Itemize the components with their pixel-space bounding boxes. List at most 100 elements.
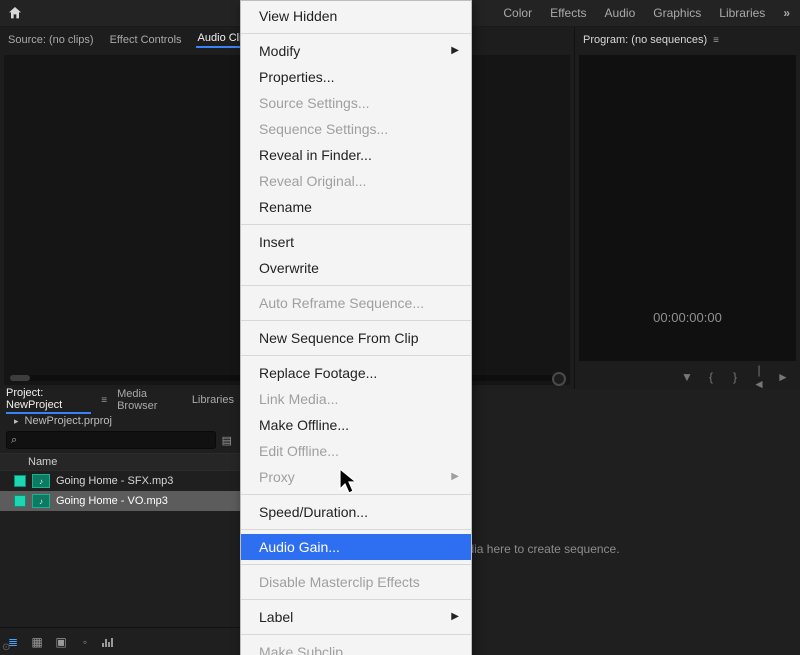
menu-item-label: Label	[259, 609, 293, 625]
tab-source[interactable]: Source: (no clips)	[6, 34, 96, 46]
waveform-icon	[102, 638, 116, 647]
menu-separator	[241, 355, 471, 356]
asset-row[interactable]: ♪ Going Home - VO.mp3	[0, 491, 240, 511]
project-footer: ≣ ▦ ▣ ◦	[0, 627, 240, 655]
menu-item-sequence-settings: Sequence Settings...	[241, 116, 471, 142]
project-file-label: NewProject.prproj	[25, 415, 112, 427]
menu-item-label: Overwrite	[259, 260, 319, 276]
panel-menu-icon[interactable]: ≡	[713, 35, 719, 46]
status-corner-icon: ⊙	[2, 642, 10, 653]
menu-item-link-media: Link Media...	[241, 386, 471, 412]
workspace-tab-libraries[interactable]: Libraries	[719, 6, 765, 20]
menu-item-speed-duration[interactable]: Speed/Duration...	[241, 499, 471, 525]
submenu-arrow-icon: ▶	[451, 608, 459, 626]
tab-project[interactable]: Project: NewProject	[6, 387, 91, 414]
tab-effect-controls[interactable]: Effect Controls	[108, 34, 184, 46]
menu-item-label: Auto Reframe Sequence...	[259, 295, 424, 311]
menu-item-label: Edit Offline...	[259, 443, 339, 459]
workspace-more-icon[interactable]: »	[783, 6, 790, 20]
menu-item-label: Modify	[259, 43, 300, 59]
scrollbar-thumb[interactable]	[10, 375, 30, 381]
menu-item-rename[interactable]: Rename	[241, 194, 471, 220]
asset-visibility-toggle[interactable]	[14, 495, 26, 507]
menu-item-label: Proxy	[259, 469, 295, 485]
panel-menu-icon[interactable]: ≡	[101, 395, 107, 406]
workspace-tab-effects[interactable]: Effects	[550, 6, 586, 20]
submenu-arrow-icon: ▶	[451, 42, 459, 60]
menu-item-disable-masterclip-effects: Disable Masterclip Effects	[241, 569, 471, 595]
menu-item-label: Link Media...	[259, 391, 338, 407]
workspace-tab-audio[interactable]: Audio	[605, 6, 636, 20]
menu-separator	[241, 33, 471, 34]
menu-item-replace-footage[interactable]: Replace Footage...	[241, 360, 471, 386]
context-menu: View Hidden Modify ▶ Properties... Source Se…	[240, 0, 472, 655]
menu-item-label: New Sequence From Clip	[259, 330, 419, 346]
program-timecode: 00:00:00:00	[653, 310, 722, 325]
asset-row[interactable]: ♪ Going Home - SFX.mp3	[0, 471, 240, 491]
zoom-slider-icon[interactable]: ◦	[78, 635, 92, 649]
bracket-open-icon[interactable]: {	[704, 370, 718, 384]
project-search-input[interactable]: ⌕	[6, 431, 216, 449]
menu-item-modify[interactable]: Modify ▶	[241, 38, 471, 64]
menu-item-audio-gain[interactable]: Audio Gain...	[241, 534, 471, 560]
menu-item-label: Sequence Settings...	[259, 121, 388, 137]
menu-item-label: Properties...	[259, 69, 334, 85]
menu-item-view-hidden[interactable]: View Hidden	[241, 3, 471, 29]
menu-item-reveal-original: Reveal Original...	[241, 168, 471, 194]
menu-item-source-settings: Source Settings...	[241, 90, 471, 116]
freeform-view-icon[interactable]: ▣	[54, 635, 68, 649]
menu-separator	[241, 529, 471, 530]
audio-clip-icon: ♪	[32, 494, 50, 508]
step-next-icon[interactable]: ►	[776, 370, 790, 384]
menu-item-properties[interactable]: Properties...	[241, 64, 471, 90]
project-file-row: ▸ NewProject.prproj	[0, 411, 240, 429]
workspace-tab-color[interactable]: Color	[503, 6, 532, 20]
submenu-arrow-icon: ▶	[451, 468, 459, 486]
menu-item-label: View Hidden	[259, 8, 337, 24]
menu-item-make-subclip: Make Subclip	[241, 639, 471, 655]
menu-item-reveal-in-finder[interactable]: Reveal in Finder...	[241, 142, 471, 168]
menu-item-insert[interactable]: Insert	[241, 229, 471, 255]
menu-item-label[interactable]: Label ▶	[241, 604, 471, 630]
menu-separator	[241, 599, 471, 600]
bracket-close-icon[interactable]: }	[728, 370, 742, 384]
tab-media-browser[interactable]: Media Browser	[117, 388, 182, 412]
column-header-name[interactable]: Name	[0, 453, 240, 471]
menu-item-label: Source Settings...	[259, 95, 370, 111]
tab-libraries[interactable]: Libraries	[192, 394, 234, 406]
scrollbar-endcap[interactable]	[552, 372, 566, 386]
workspace-tab-graphics[interactable]: Graphics	[653, 6, 701, 20]
menu-item-new-sequence-from-clip[interactable]: New Sequence From Clip	[241, 325, 471, 351]
menu-item-label: Audio Gain...	[259, 539, 340, 555]
program-panel: Program: (no sequences) ≡ 00:00:00:00 ▼ …	[574, 27, 800, 389]
menu-separator	[241, 285, 471, 286]
caret-icon[interactable]: ▸	[14, 416, 19, 427]
menu-item-make-offline[interactable]: Make Offline...	[241, 412, 471, 438]
workspace-tabs: Color Effects Audio Graphics Libraries »	[503, 6, 794, 20]
mark-in-icon[interactable]: ▼	[680, 370, 694, 384]
bin-icon[interactable]: ▤	[222, 434, 232, 447]
step-back-icon[interactable]: |◄	[752, 363, 766, 391]
sort-icon[interactable]	[102, 635, 116, 649]
menu-separator	[241, 320, 471, 321]
menu-item-label: Reveal Original...	[259, 173, 366, 189]
asset-list: ♪ Going Home - SFX.mp3 ♪ Going Home - VO…	[0, 471, 240, 627]
menu-item-label: Insert	[259, 234, 294, 250]
program-header: Program: (no sequences) ≡	[575, 27, 800, 53]
search-icon: ⌕	[11, 434, 17, 447]
menu-item-label: Disable Masterclip Effects	[259, 574, 420, 590]
menu-item-label: Replace Footage...	[259, 365, 377, 381]
asset-visibility-toggle[interactable]	[14, 475, 26, 487]
asset-label: Going Home - SFX.mp3	[56, 475, 173, 487]
program-controls: ▼ { } |◄ ►	[575, 365, 800, 389]
menu-item-label: Rename	[259, 199, 312, 215]
home-icon[interactable]	[6, 4, 24, 22]
asset-label: Going Home - VO.mp3	[56, 495, 168, 507]
icon-view-icon[interactable]: ▦	[30, 635, 44, 649]
project-tabs: Project: NewProject ≡ Media Browser Libr…	[0, 389, 240, 411]
menu-item-label: Make Subclip	[259, 644, 343, 655]
menu-item-auto-reframe-sequence: Auto Reframe Sequence...	[241, 290, 471, 316]
menu-separator	[241, 564, 471, 565]
menu-item-overwrite[interactable]: Overwrite	[241, 255, 471, 281]
program-title: Program: (no sequences)	[583, 34, 707, 46]
